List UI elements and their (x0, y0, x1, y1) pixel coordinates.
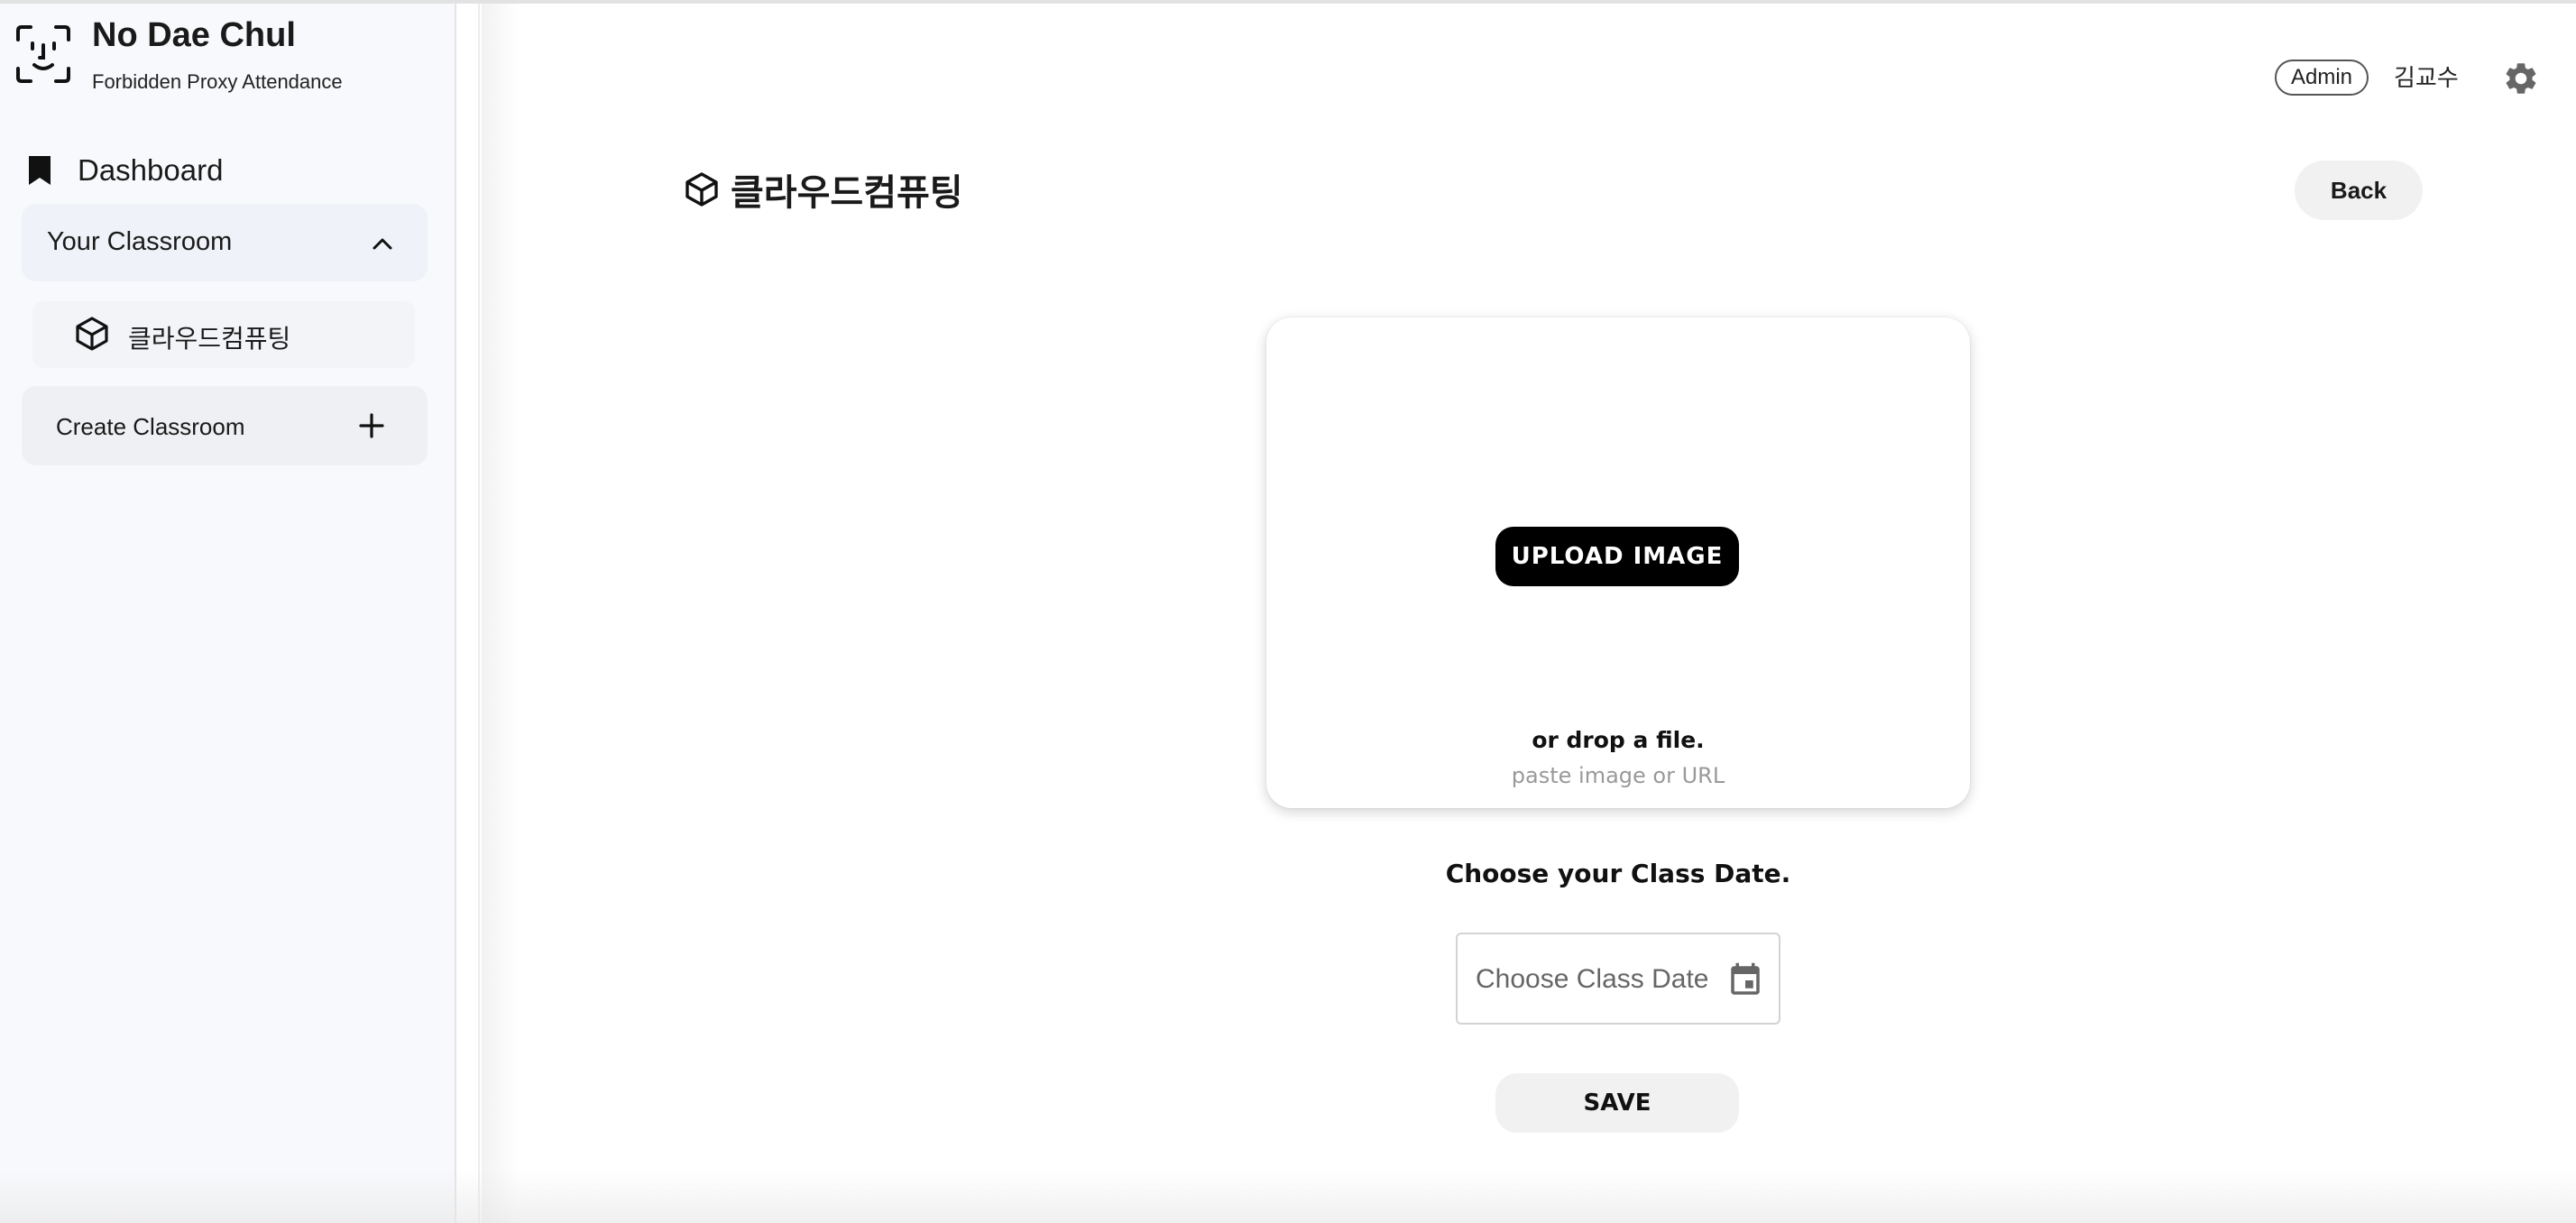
sidebar-item-dashboard[interactable]: Dashboard (27, 148, 424, 193)
username[interactable]: 김교수 (2394, 60, 2459, 93)
drop-file-text: or drop a file. (1532, 727, 1705, 753)
paste-hint-text: paste image or URL (1511, 763, 1725, 788)
bottom-fade (0, 1169, 2576, 1223)
sidebar-section-your-classroom[interactable]: Your Classroom (22, 204, 428, 281)
create-classroom-label: Create Classroom (56, 413, 245, 440)
image-dropzone[interactable]: UPLOAD IMAGE or drop a file. paste image… (1266, 317, 1970, 808)
create-classroom-button[interactable]: Create Classroom (22, 386, 428, 465)
chevron-up-icon[interactable] (370, 231, 395, 256)
cube-icon (685, 172, 718, 207)
sidebar-item-label: 클라우드컴퓨팅 (128, 324, 291, 354)
page-title-text: 클라우드컴퓨팅 (731, 172, 963, 214)
main-shadow (482, 4, 518, 1223)
back-button[interactable]: Back (2295, 161, 2423, 220)
sidebar-item-classroom[interactable]: 클라우드컴퓨팅 (32, 301, 415, 368)
plus-icon (359, 413, 384, 438)
calendar-icon[interactable] (1726, 961, 1764, 999)
sidebar-item-label: Dashboard (78, 153, 224, 187)
bookmark-icon (29, 156, 51, 185)
class-date-picker[interactable] (1456, 933, 1780, 1025)
role-badge: Admin (2275, 60, 2369, 96)
save-button[interactable]: SAVE (1495, 1073, 1739, 1133)
brand[interactable]: No Dae Chul Forbidden Proxy Attendance (14, 16, 447, 97)
app-subtitle: Forbidden Proxy Attendance (92, 70, 343, 93)
sidebar: No Dae Chul Forbidden Proxy Attendance D… (0, 4, 456, 1223)
face-scan-icon (16, 25, 70, 83)
gear-icon[interactable] (2502, 60, 2540, 97)
app-title: No Dae Chul (92, 16, 296, 54)
class-date-label: Choose your Class Date. (1445, 859, 1791, 888)
sidebar-section-label: Your Classroom (47, 227, 233, 256)
cube-icon (76, 317, 108, 351)
page-title: 클라우드컴퓨팅 (684, 162, 963, 216)
class-date-input[interactable] (1476, 961, 1719, 998)
sidebar-divider (456, 4, 480, 1223)
upload-image-button[interactable]: UPLOAD IMAGE (1495, 527, 1739, 586)
